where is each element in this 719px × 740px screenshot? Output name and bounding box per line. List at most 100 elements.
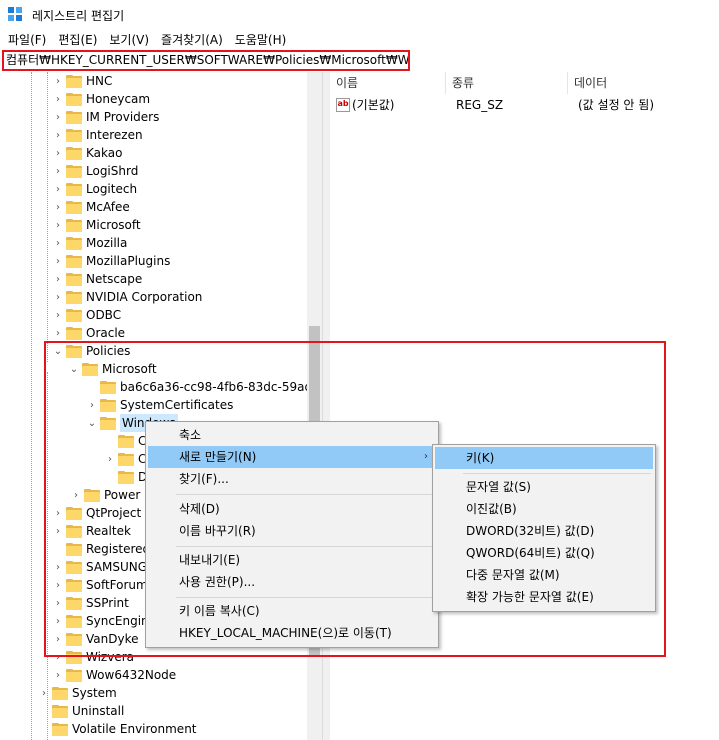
chevron-right-icon[interactable]: ›	[52, 198, 64, 216]
tree-item-vandyke[interactable]: › VanDyke	[52, 630, 138, 648]
tree-item-netscape[interactable]: › Netscape	[52, 270, 142, 288]
tree-item-ba6c6a36[interactable]: ba6c6a36-cc98-4fb6-83dc-59ad5	[86, 378, 320, 396]
chevron-right-icon[interactable]: ›	[52, 144, 64, 162]
tree-item-mcafee[interactable]: › McAfee	[52, 198, 130, 216]
folder-icon	[66, 506, 82, 520]
submenu-item-dword-value[interactable]: DWORD(32비트) 값(D)	[435, 520, 653, 542]
tree-item-syncengine[interactable]: › SyncEngin	[52, 612, 149, 630]
chevron-right-icon[interactable]: ›	[52, 648, 64, 666]
folder-icon	[66, 524, 82, 538]
folder-open-icon	[100, 416, 116, 430]
tree-item-logitech[interactable]: › Logitech	[52, 180, 137, 198]
window-title: 레지스트리 편집기	[32, 8, 125, 23]
menu-help[interactable]: 도움말(H)	[229, 30, 293, 50]
folder-icon	[66, 614, 82, 628]
tree-item-odbc[interactable]: › ODBC	[52, 306, 121, 324]
tree-item-oracle[interactable]: › Oracle	[52, 324, 125, 342]
tree-item-mozillaplugins[interactable]: › MozillaPlugins	[52, 252, 170, 270]
tree-item-windows-child-2[interactable]: › C	[104, 450, 146, 468]
chevron-down-icon[interactable]: ⌄	[68, 360, 80, 378]
tree-item-system[interactable]: › System	[38, 684, 117, 702]
chevron-placeholder	[38, 720, 50, 738]
chevron-right-icon[interactable]: ›	[52, 594, 64, 612]
tree-item-interezen[interactable]: › Interezen	[52, 126, 143, 144]
tree-item-kakao[interactable]: › Kakao	[52, 144, 122, 162]
tree-item-samsung[interactable]: › SAMSUNG	[52, 558, 147, 576]
chevron-right-icon[interactable]: ›	[52, 162, 64, 180]
chevron-right-icon[interactable]: ›	[52, 90, 64, 108]
menu-item-delete[interactable]: 삭제(D)	[148, 498, 436, 520]
submenu-item-key[interactable]: 키(K)	[435, 447, 653, 469]
chevron-right-icon[interactable]: ›	[52, 576, 64, 594]
submenu-item-qword-value[interactable]: QWORD(64비트) 값(Q)	[435, 542, 653, 564]
menu-item-copy-key-name[interactable]: 키 이름 복사(C)	[148, 600, 436, 622]
chevron-right-icon[interactable]: ›	[52, 180, 64, 198]
chevron-right-icon[interactable]: ›	[52, 108, 64, 126]
menu-item-new[interactable]: 새로 만들기(N) ›	[148, 446, 436, 468]
tree-item-wow6432node[interactable]: › Wow6432Node	[52, 666, 176, 684]
tree-item-qtproject[interactable]: › QtProject	[52, 504, 141, 522]
menu-view[interactable]: 보기(V)	[103, 30, 155, 50]
tree-item-windows-child-1[interactable]: C	[104, 432, 146, 450]
chevron-right-icon[interactable]: ›	[52, 252, 64, 270]
chevron-right-icon[interactable]: ›	[52, 72, 64, 90]
chevron-right-icon[interactable]: ›	[52, 270, 64, 288]
tree-item-registered[interactable]: Registered	[52, 540, 150, 558]
menu-item-rename[interactable]: 이름 바꾸기(R)	[148, 520, 436, 542]
menu-edit[interactable]: 편집(E)	[52, 30, 103, 50]
column-header-data[interactable]: 데이터	[568, 72, 719, 94]
chevron-right-icon[interactable]: ›	[52, 324, 64, 342]
folder-open-icon	[82, 362, 98, 376]
submenu-item-string-value[interactable]: 문자열 값(S)	[435, 476, 653, 498]
tree-item-windows-child-3[interactable]: D	[104, 468, 147, 486]
submenu-item-binary-value[interactable]: 이진값(B)	[435, 498, 653, 520]
menu-item-permissions[interactable]: 사용 권한(P)...	[148, 571, 436, 593]
chevron-down-icon[interactable]: ⌄	[86, 414, 98, 432]
tree-item-power[interactable]: › Power	[70, 486, 140, 504]
chevron-down-icon[interactable]: ⌄	[52, 342, 64, 360]
tree-item-softforum[interactable]: › SoftForum	[52, 576, 148, 594]
tree-item-policies[interactable]: ⌄ Policies	[52, 342, 131, 360]
tree-item-wizvera[interactable]: › Wizvera	[52, 648, 134, 666]
chevron-right-icon[interactable]: ›	[52, 504, 64, 522]
chevron-right-icon[interactable]: ›	[52, 630, 64, 648]
tree-item-volatile-environment[interactable]: Volatile Environment	[38, 720, 197, 738]
tree-item-im-providers[interactable]: › IM Providers	[52, 108, 159, 126]
chevron-right-icon[interactable]: ›	[38, 684, 50, 702]
tree-item-nvidia[interactable]: › NVIDIA Corporation	[52, 288, 202, 306]
chevron-right-icon[interactable]: ›	[52, 612, 64, 630]
menu-item-export[interactable]: 내보내기(E)	[148, 549, 436, 571]
submenu-item-expandable-string-value[interactable]: 확장 가능한 문자열 값(E)	[435, 586, 653, 608]
value-row-name[interactable]: ab (기본값)	[336, 96, 446, 114]
menu-item-goto-hklm[interactable]: HKEY_LOCAL_MACHINE(으)로 이동(T)	[148, 622, 436, 644]
tree-item-mozilla[interactable]: › Mozilla	[52, 234, 127, 252]
chevron-right-icon[interactable]: ›	[52, 522, 64, 540]
chevron-right-icon[interactable]: ›	[52, 288, 64, 306]
chevron-right-icon[interactable]: ›	[52, 306, 64, 324]
tree-item-hnc[interactable]: › HNC	[52, 72, 112, 90]
chevron-right-icon[interactable]: ›	[52, 666, 64, 684]
chevron-right-icon[interactable]: ›	[52, 126, 64, 144]
chevron-right-icon[interactable]: ›	[52, 558, 64, 576]
menu-item-find[interactable]: 찾기(F)...	[148, 468, 436, 490]
tree-item-honeycam[interactable]: › Honeycam	[52, 90, 150, 108]
chevron-right-icon[interactable]: ›	[70, 486, 82, 504]
tree-item-policies-microsoft[interactable]: ⌄ Microsoft	[68, 360, 157, 378]
menu-file[interactable]: 파일(F)	[2, 30, 52, 50]
tree-item-ssprint[interactable]: › SSPrint	[52, 594, 129, 612]
menu-favorites[interactable]: 즐겨찾기(A)	[155, 30, 229, 50]
tree-item-logishrd[interactable]: › LogiShrd	[52, 162, 138, 180]
address-bar[interactable]: 컴퓨터₩HKEY_CURRENT_USER₩SOFTWARE₩Policies₩…	[2, 50, 410, 71]
column-header-type[interactable]: 종류	[446, 72, 568, 94]
chevron-right-icon[interactable]: ›	[52, 234, 64, 252]
submenu-item-multi-string-value[interactable]: 다중 문자열 값(M)	[435, 564, 653, 586]
tree-item-uninstall[interactable]: Uninstall	[38, 702, 124, 720]
column-header-name[interactable]: 이름	[330, 72, 446, 94]
tree-item-systemcertificates[interactable]: › SystemCertificates	[86, 396, 233, 414]
chevron-right-icon[interactable]: ›	[104, 450, 116, 468]
chevron-right-icon[interactable]: ›	[52, 216, 64, 234]
tree-item-microsoft[interactable]: › Microsoft	[52, 216, 141, 234]
menu-item-collapse[interactable]: 축소	[148, 424, 436, 446]
tree-item-realtek[interactable]: › Realtek	[52, 522, 131, 540]
chevron-right-icon[interactable]: ›	[86, 396, 98, 414]
